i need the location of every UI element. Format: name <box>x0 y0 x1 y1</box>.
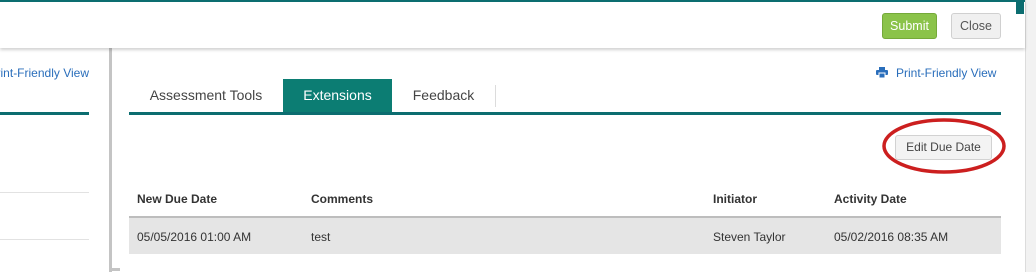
column-header-activity-date: Activity Date <box>834 192 907 206</box>
tab-feedback[interactable]: Feedback <box>392 79 495 112</box>
left-row-divider <box>0 239 89 240</box>
close-button[interactable]: Close <box>951 13 1001 39</box>
annotation-ellipse <box>882 118 1006 174</box>
column-header-initiator: Initiator <box>713 192 757 206</box>
left-tab-rule <box>0 112 89 115</box>
cell-new-due-date: 05/05/2016 01:00 AM <box>137 230 252 244</box>
cell-activity-date: 05/02/2016 08:35 AM <box>834 230 949 244</box>
print-friendly-label: Print-Friendly View <box>896 66 997 80</box>
tab-extensions[interactable]: Extensions <box>283 79 392 112</box>
tab-bar: Assessment Tools Extensions Feedback <box>129 79 1001 115</box>
scrollbar-thumb[interactable] <box>1016 0 1024 14</box>
tab-assessment-tools[interactable]: Assessment Tools <box>129 79 283 112</box>
printer-icon <box>876 67 888 79</box>
cell-comments: test <box>311 230 331 244</box>
submit-button[interactable]: Submit <box>882 13 937 39</box>
tab-separator <box>495 85 496 107</box>
column-header-comments: Comments <box>311 192 374 206</box>
tab-underline <box>129 112 1001 115</box>
column-header-new-due-date: New Due Date <box>137 192 218 206</box>
cell-initiator: Steven Taylor <box>713 230 786 244</box>
pane-splitter-edge <box>112 268 120 271</box>
left-row-divider <box>0 192 89 193</box>
pane-splitter[interactable] <box>109 48 112 272</box>
left-print-friendly-link[interactable]: Print-Friendly View <box>0 66 89 80</box>
print-friendly-link[interactable]: Print-Friendly View <box>876 66 996 80</box>
vertical-scrollbar[interactable] <box>1025 0 1036 272</box>
top-toolbar: Submit Close <box>0 0 1025 48</box>
